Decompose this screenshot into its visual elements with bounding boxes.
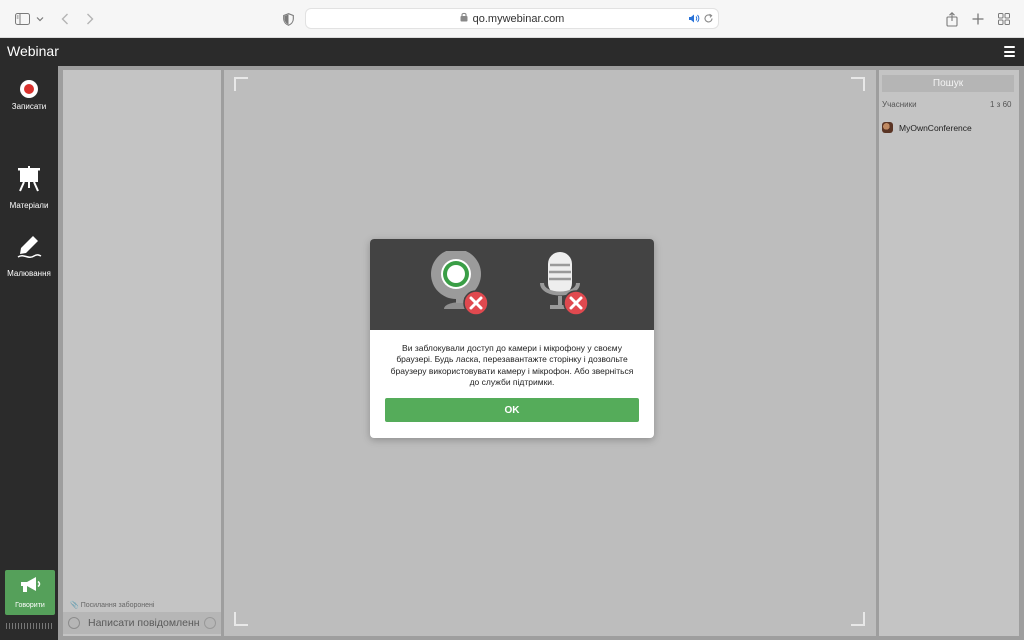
- resize-grip[interactable]: [6, 623, 54, 629]
- dialog-message: Ви заблокували доступ до камери і мікроф…: [390, 343, 634, 387]
- materials-label: Матеріали: [9, 201, 49, 210]
- speaker-icon[interactable]: [688, 13, 700, 27]
- media-blocked-dialog: Ви заблокували доступ до камери і мікроф…: [370, 239, 654, 438]
- drawing-button[interactable]: Малювання: [0, 234, 58, 278]
- plus-icon[interactable]: [970, 10, 986, 28]
- link-icon: 📎: [70, 602, 79, 609]
- menu-icon[interactable]: [1004, 46, 1015, 57]
- presentation-easel-icon: [17, 166, 41, 197]
- browser-toolbar: qo.mywebinar.com: [0, 0, 1024, 38]
- webcam-blocked-icon: [431, 251, 489, 316]
- speak-button[interactable]: Говорити: [5, 570, 55, 615]
- chat-input-bar: [63, 612, 221, 634]
- app-title: Webinar: [7, 43, 59, 59]
- participant-name: MyOwnConference: [899, 122, 972, 133]
- tabs-grid-icon[interactable]: [997, 10, 1011, 28]
- shield-icon[interactable]: [281, 10, 295, 28]
- megaphone-icon: [19, 576, 41, 599]
- participant-item[interactable]: MyOwnConference: [882, 122, 972, 133]
- back-icon[interactable]: [59, 10, 71, 28]
- lock-icon: [460, 12, 468, 25]
- dialog-header: [370, 239, 654, 330]
- address-bar[interactable]: qo.mywebinar.com: [305, 8, 719, 29]
- app-header: Webinar: [0, 38, 1024, 66]
- chevron-down-icon[interactable]: [35, 10, 45, 28]
- stage-corner-top-right: [851, 77, 865, 91]
- participants-search-button[interactable]: Пошук: [882, 75, 1014, 92]
- drawing-label: Малювання: [7, 269, 51, 278]
- record-button[interactable]: Записати: [0, 80, 58, 111]
- forward-icon[interactable]: [84, 10, 96, 28]
- ok-button[interactable]: OK: [385, 398, 639, 422]
- chat-message-input[interactable]: [88, 617, 200, 629]
- participants-panel: [879, 70, 1019, 636]
- sidebar: Записати Матеріали Малювання Говорити: [0, 66, 58, 640]
- speak-label: Говорити: [15, 602, 45, 609]
- sidebar-icon[interactable]: [14, 10, 30, 28]
- record-label: Записати: [11, 102, 47, 111]
- share-icon[interactable]: [944, 10, 960, 28]
- send-icon[interactable]: [204, 617, 216, 629]
- stage-corner-bottom-right: [851, 612, 865, 626]
- avatar: [882, 122, 893, 133]
- participants-count: 1 з 60: [990, 100, 1012, 109]
- participants-header: Учасники: [882, 100, 917, 109]
- materials-button[interactable]: Матеріали: [0, 166, 58, 210]
- url-text: qo.mywebinar.com: [472, 12, 565, 25]
- chat-panel: [63, 70, 221, 636]
- reload-icon[interactable]: [703, 13, 714, 27]
- pen-drawing-icon: [16, 234, 42, 265]
- stage-corner-bottom-left: [234, 612, 248, 626]
- emoji-icon[interactable]: [68, 617, 80, 629]
- stage-corner-top-left: [234, 77, 248, 91]
- record-icon: [20, 80, 38, 98]
- microphone-blocked-icon: [540, 252, 589, 316]
- links-forbidden-note: 📎 Посилання заборонені: [70, 602, 155, 609]
